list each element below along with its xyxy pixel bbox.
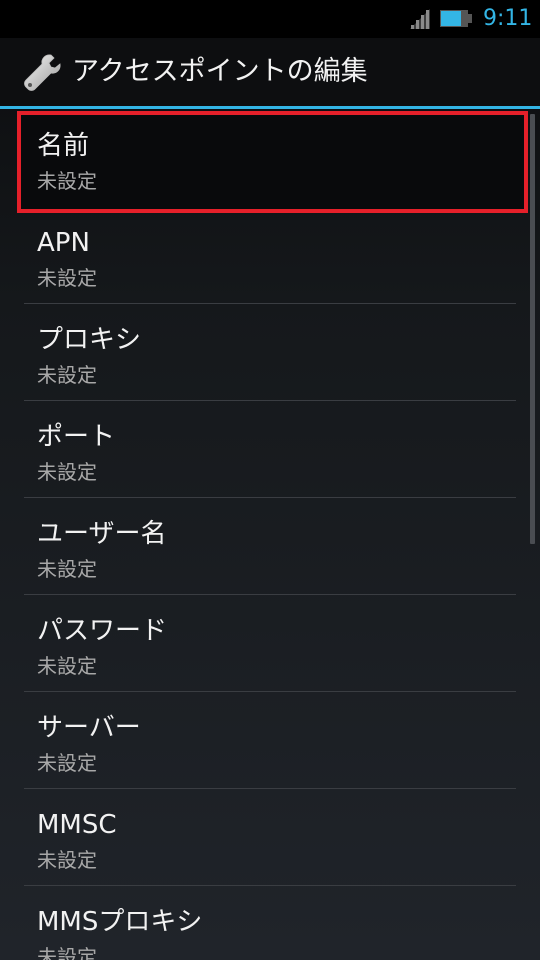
pref-item-proxy[interactable]: プロキシ 未設定 (24, 307, 516, 403)
list-divider (24, 594, 516, 595)
pref-summary: 未設定 (37, 363, 97, 387)
pref-summary: 未設定 (37, 266, 97, 290)
pref-title: ポート (37, 422, 116, 452)
pref-item-mmsc[interactable]: MMSC 未設定 (24, 792, 516, 888)
pref-title: ユーザー名 (37, 519, 167, 549)
pref-title: APN (37, 228, 90, 258)
page-title: アクセスポイントの編集 (72, 56, 368, 87)
pref-summary: 未設定 (37, 169, 97, 193)
pref-item-apn[interactable]: APN 未設定 (24, 210, 516, 306)
pref-title: プロキシ (37, 325, 142, 355)
wrench-icon[interactable] (20, 51, 64, 95)
pref-title: MMSプロキシ (37, 907, 203, 937)
pref-item-mms-proxy[interactable]: MMSプロキシ 未設定 (24, 889, 516, 960)
signal-icon (410, 9, 430, 29)
action-bar-divider (0, 106, 540, 109)
pref-title: パスワード (37, 616, 168, 646)
pref-summary: 未設定 (37, 848, 97, 872)
pref-item-username[interactable]: ユーザー名 未設定 (24, 501, 516, 597)
status-bar: 9:11 (0, 0, 540, 38)
pref-summary: 未設定 (37, 557, 97, 581)
pref-title: MMSC (37, 810, 117, 840)
action-bar: アクセスポイントの編集 (0, 38, 540, 106)
pref-summary: 未設定 (37, 654, 97, 678)
pref-summary: 未設定 (37, 751, 97, 775)
list-divider (24, 400, 516, 401)
battery-icon (440, 10, 472, 27)
list-divider (24, 303, 516, 304)
screen: 9:11 アクセスポイントの編集 名前 未設定 APN 未設定 プロキシ 未設定… (0, 0, 540, 960)
status-clock: 9:11 (483, 6, 533, 31)
pref-item-name[interactable]: 名前 未設定 (24, 113, 516, 209)
pref-item-password[interactable]: パスワード 未設定 (24, 598, 516, 694)
pref-title: サーバー (37, 713, 141, 743)
pref-summary: 未設定 (37, 460, 97, 484)
list-divider (24, 497, 516, 498)
list-divider (24, 885, 516, 886)
list-divider (24, 691, 516, 692)
pref-title: 名前 (37, 131, 90, 161)
list-divider (24, 788, 516, 789)
pref-item-server[interactable]: サーバー 未設定 (24, 695, 516, 791)
pref-summary: 未設定 (37, 945, 97, 960)
pref-item-port[interactable]: ポート 未設定 (24, 404, 516, 500)
scrollbar[interactable] (530, 114, 535, 544)
